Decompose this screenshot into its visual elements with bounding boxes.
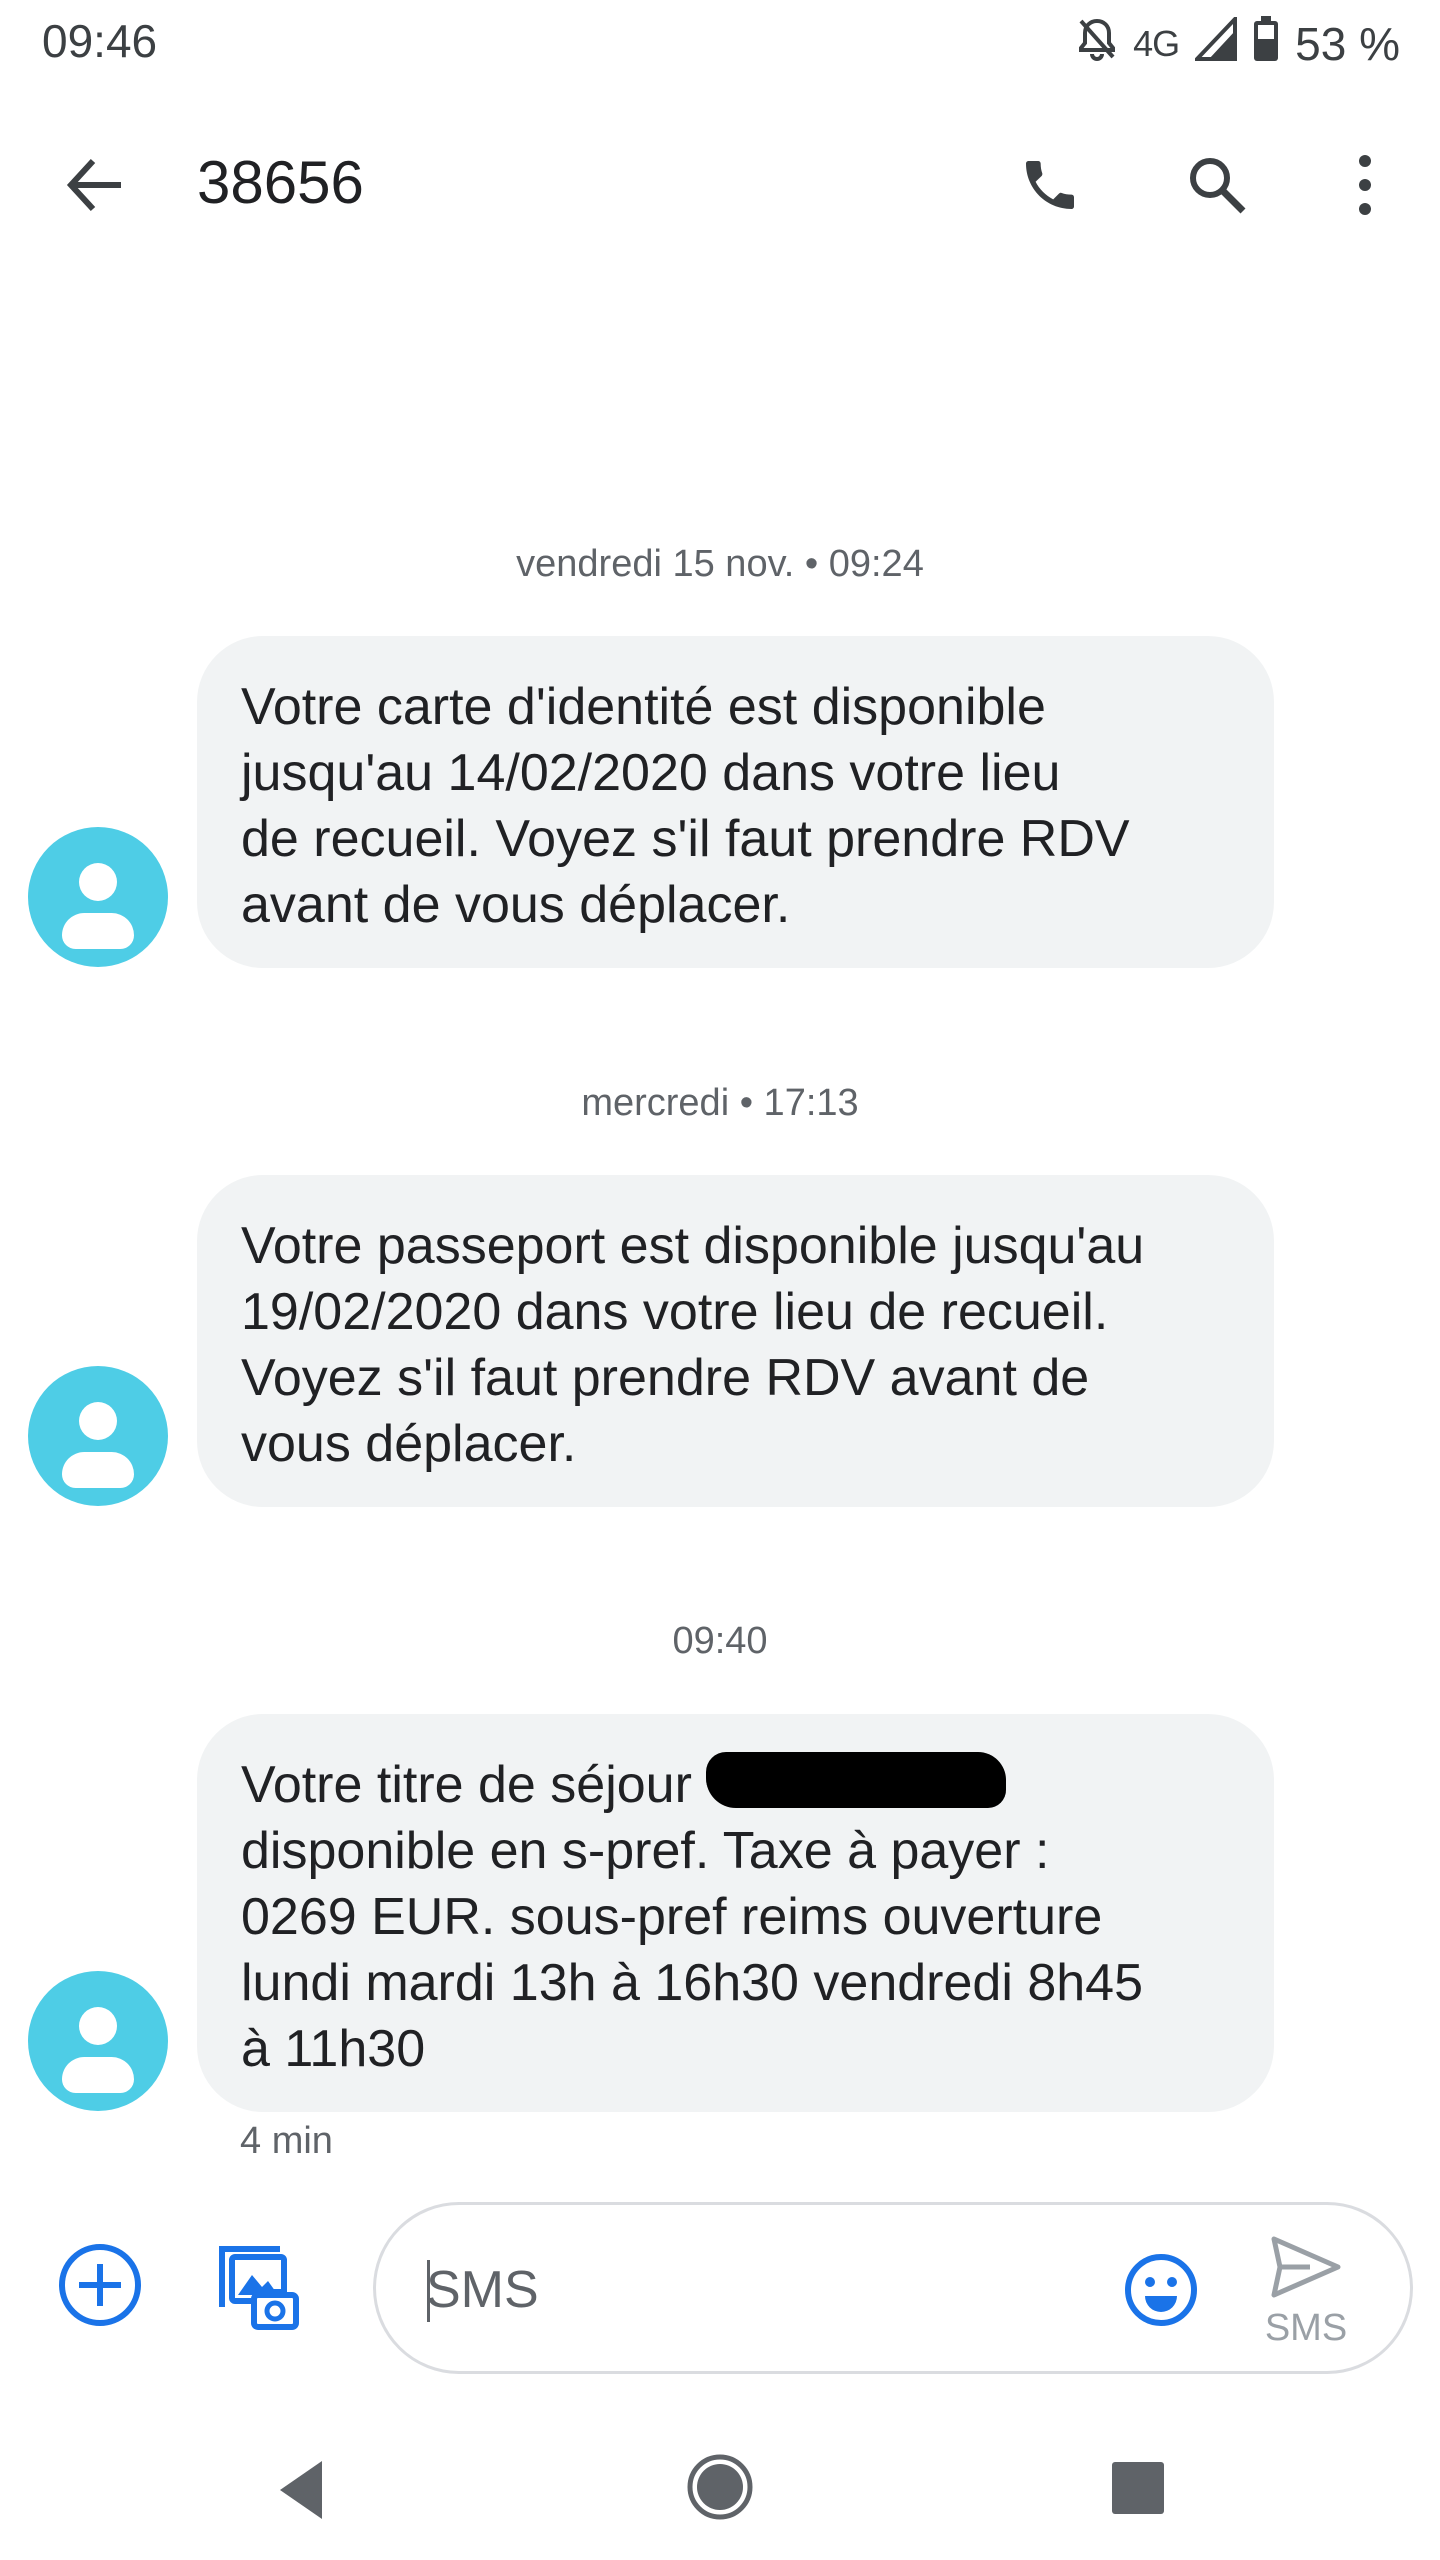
call-button[interactable] xyxy=(1005,145,1095,225)
message-bubble[interactable]: Votre passeport est disponible jusqu'au … xyxy=(197,1175,1274,1507)
avatar-person-icon xyxy=(79,1402,117,1440)
message-text: disponible en s-pref. Taxe à payer : 026… xyxy=(241,1822,1144,2078)
add-circle-icon xyxy=(59,2244,141,2326)
more-vert-icon xyxy=(1359,155,1371,215)
conversation-title: 38656 xyxy=(197,149,364,216)
signal-icon xyxy=(1192,13,1238,72)
contact-avatar[interactable] xyxy=(28,1366,168,1506)
sms-input[interactable] xyxy=(424,2249,1048,2331)
avatar-person-icon xyxy=(79,2007,117,2045)
emoji-button[interactable] xyxy=(1116,2245,1206,2335)
message-text: Votre titre de séjour xyxy=(241,1756,707,1814)
search-icon xyxy=(1190,158,1246,214)
redaction-mark xyxy=(706,1752,1007,1808)
send-label: SMS xyxy=(1264,2307,1348,2349)
message-bubble[interactable]: Votre titre de séjour disponible en s-pr… xyxy=(197,1714,1274,2112)
system-nav-bar xyxy=(0,2420,1440,2560)
send-icon xyxy=(1271,2236,1341,2298)
battery-icon xyxy=(1253,15,1279,73)
contact-avatar[interactable] xyxy=(28,1971,168,2111)
message-bubble[interactable]: Votre carte d'identité est disponible ju… xyxy=(197,636,1274,968)
nav-back-icon xyxy=(280,2461,322,2519)
nav-home-icon xyxy=(687,2454,753,2520)
network-type: 4G xyxy=(1133,23,1180,64)
message-input-container: SMS xyxy=(373,2202,1413,2374)
avatar-person-icon xyxy=(79,863,117,901)
gallery-button[interactable] xyxy=(210,2238,300,2333)
message-timestamp: vendredi 15 nov. • 09:24 xyxy=(516,543,924,585)
notifications-off-icon xyxy=(1077,17,1117,72)
nav-home-button[interactable] xyxy=(685,2452,755,2522)
status-bar: 09:46 4G 53 % xyxy=(0,0,1440,90)
status-time: 09:46 xyxy=(42,15,158,67)
nav-recents-icon xyxy=(1112,2462,1164,2514)
nav-back-button[interactable] xyxy=(270,2455,340,2525)
emoji-icon xyxy=(1125,2254,1197,2326)
media-gallery-icon xyxy=(219,2245,299,2330)
message-age: 4 min xyxy=(240,2120,333,2162)
back-arrow-icon xyxy=(66,158,121,212)
nav-recents-button[interactable] xyxy=(1108,2458,1168,2518)
contact-avatar[interactable] xyxy=(28,827,168,967)
send-button[interactable]: SMS xyxy=(1236,2225,1376,2355)
message-timestamp: mercredi • 17:13 xyxy=(581,1082,859,1124)
attach-button[interactable] xyxy=(55,2240,145,2330)
search-button[interactable] xyxy=(1172,145,1262,225)
message-timestamp: 09:40 xyxy=(672,1620,768,1662)
text-cursor xyxy=(427,2260,430,2322)
compose-bar: SMS xyxy=(0,2190,1440,2374)
status-icons: 4G 53 % xyxy=(1077,13,1400,74)
more-options-button[interactable] xyxy=(1320,145,1410,225)
phone-icon xyxy=(1026,161,1074,209)
app-bar: 38656 xyxy=(0,120,1440,250)
back-button[interactable] xyxy=(50,145,140,225)
battery-level: 53 % xyxy=(1295,18,1400,70)
